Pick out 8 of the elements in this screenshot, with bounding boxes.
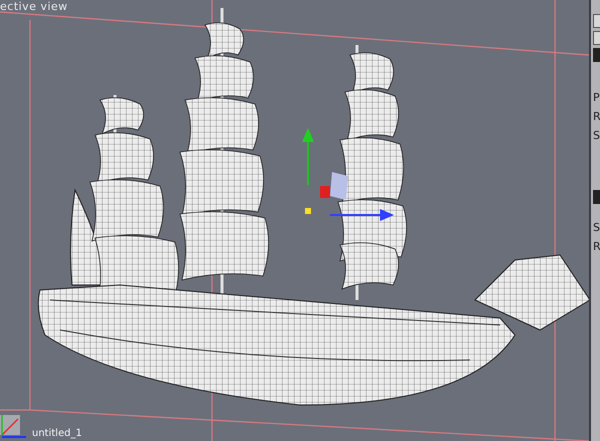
- panel-label: R: [593, 109, 600, 125]
- panel-label: S: [593, 220, 600, 236]
- panel-label: P: [593, 90, 600, 106]
- panel-label: R: [593, 239, 600, 255]
- viewport-title: ective view: [0, 0, 68, 13]
- move-gizmo-icon: [302, 128, 394, 221]
- panel-label: S: [593, 128, 600, 144]
- document-name: untitled_1: [32, 428, 82, 440]
